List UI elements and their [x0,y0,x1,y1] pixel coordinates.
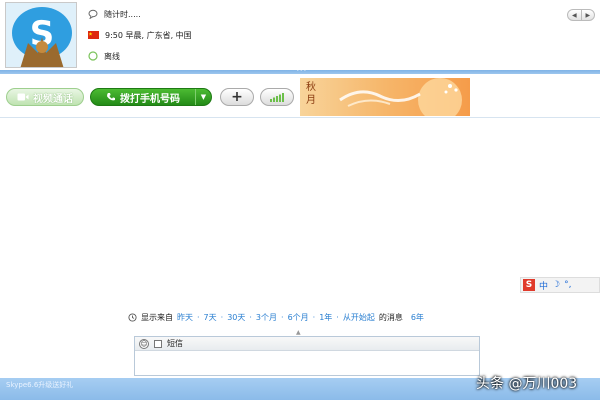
contact-avatar[interactable]: S [5,2,77,68]
history-prefix: 显示来自 [141,312,173,322]
profile-nav: ◀ ▶ [567,9,595,21]
history-separator: · [312,312,316,322]
phone-call-label: 拨打手机号码 [120,93,180,105]
chevron-down-icon[interactable]: ▼ [195,89,211,105]
history-separator: · [197,312,200,322]
history-range-bar: 显示来自 昨天 · 7天 · 30天 · 3个月 · 6个月 · 1年 · 从开… [128,311,424,323]
speech-bubble-icon [88,9,98,19]
history-separator: · [281,312,284,322]
history-separator: · [220,312,224,322]
watermark: 头条 @万川003 [476,376,578,392]
mood-message: 随计时..... [104,9,141,19]
mid-autumn-banner[interactable]: 秋月 [300,78,470,116]
sms-checkbox[interactable] [154,339,162,348]
add-button[interactable]: + [220,88,254,106]
phone-call-button[interactable]: 拨打手机号码 ▼ [90,88,212,106]
ime-logo-icon: S [523,279,535,291]
history-separator: · [336,312,339,322]
history-option-yesterday[interactable]: 昨天 [177,312,193,323]
video-call-button[interactable]: 视频通话 [6,88,84,106]
history-option-30days[interactable]: 30天 [227,312,245,323]
moon-icon[interactable]: ☽ [552,280,560,290]
call-quality-button[interactable] [260,88,294,106]
sms-label: 短信 [167,339,183,348]
history-option-7days[interactable]: 7天 [204,312,217,323]
location-row: 9:50 早晨, 广东省, 中国 [88,28,192,42]
ime-toolbar[interactable]: S 中 ☽ °, [520,277,600,293]
resize-grip-icon[interactable]: ••• [296,68,307,74]
history-option-beginning[interactable]: 从开始起 [343,312,375,323]
banner-title: 秋月 [306,82,316,106]
history-suffix: 的消息 [378,312,403,322]
history-option-6months[interactable]: 6个月 [288,312,309,323]
history-option-1year[interactable]: 1年 [319,312,332,323]
compose-toolbar: ☺ 短信 [135,337,479,351]
video-camera-icon [17,93,29,101]
history-option-extra[interactable]: 6年 [411,312,424,323]
smiley-icon[interactable]: ☺ [139,338,149,349]
compose-resize-grip-icon[interactable]: ▲ [296,329,301,336]
offline-icon [88,51,98,61]
history-option-3months[interactable]: 3个月 [256,312,277,323]
punctuation-icon[interactable]: °, [564,280,571,290]
location-text: 9:50 早晨, 广东省, 中国 [105,30,192,40]
video-call-label: 视频通话 [33,93,73,105]
status-text: 离线 [104,51,120,61]
message-input[interactable] [135,351,479,375]
phone-icon [107,93,115,101]
promo-link[interactable]: Skype6.6升级送好礼 [6,380,73,390]
signal-strength-icon [270,93,284,102]
next-arrow-icon[interactable]: ▶ [580,10,595,20]
mood-row: 随计时..... [88,7,141,21]
ime-mode[interactable]: 中 [539,279,548,292]
add-label: + [231,89,243,105]
clock-icon [128,312,137,322]
prev-arrow-icon[interactable]: ◀ [568,10,581,20]
china-flag-icon [88,31,99,39]
status-row: 离线 [88,49,120,63]
history-separator: · [249,312,252,322]
message-compose: ☺ 短信 [134,336,480,376]
